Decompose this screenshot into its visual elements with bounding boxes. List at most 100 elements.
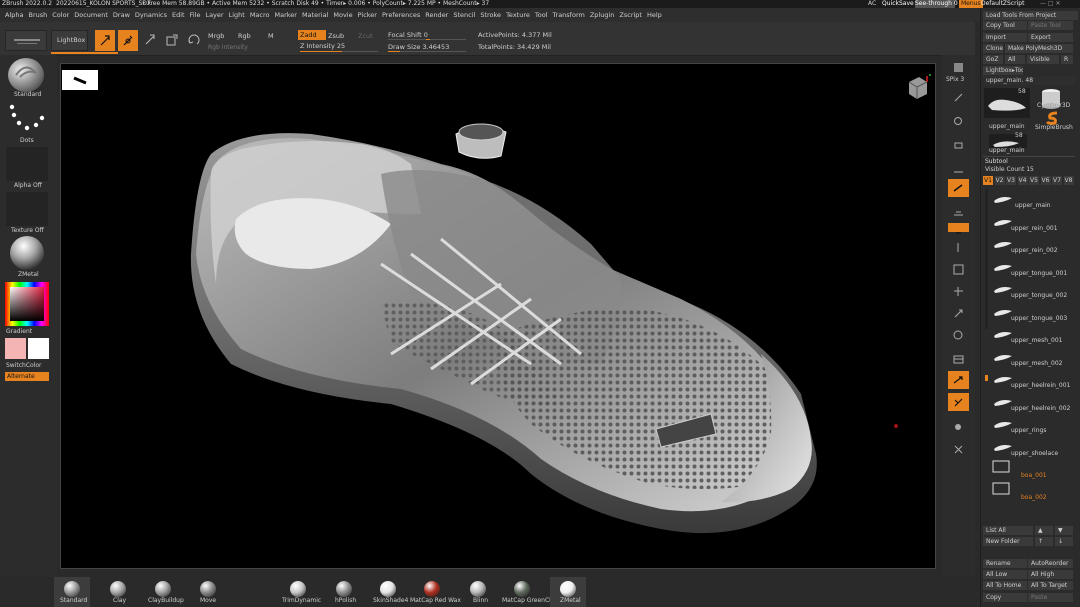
rotate-view-button[interactable] (952, 327, 965, 340)
stroke-selector[interactable] (6, 101, 46, 135)
local-button[interactable] (948, 223, 969, 234)
menu-help[interactable]: Help (647, 11, 662, 19)
scroll-button[interactable] (952, 89, 965, 102)
tool-thumbnail-upper-main-small[interactable]: 58 (989, 132, 1027, 148)
paste-tool-button[interactable]: Paste Tool (1028, 21, 1073, 30)
all-to-target-button[interactable]: All To Target (1028, 581, 1073, 590)
z-intensity-slider[interactable]: Z Intensity 25 (300, 42, 370, 50)
menu-document[interactable]: Document (74, 11, 108, 19)
import-button[interactable]: Import (983, 33, 1027, 42)
goz-all-button[interactable]: All (1005, 55, 1025, 64)
menu-stroke[interactable]: Stroke (480, 11, 501, 19)
actual-button[interactable] (952, 137, 965, 150)
draw-size-slider[interactable]: Draw Size 3.46453 (388, 43, 449, 51)
secondary-color-swatch[interactable] (28, 338, 49, 359)
solo-button[interactable] (952, 419, 965, 432)
tool-thumbnail-upper-main[interactable]: 58 (984, 88, 1030, 118)
menu-brush[interactable]: Brush (28, 11, 47, 19)
menu-marker[interactable]: Marker (274, 11, 296, 19)
ghost-button[interactable] (948, 393, 969, 411)
bpr-button[interactable] (952, 59, 965, 72)
rename-button[interactable]: Rename (983, 559, 1027, 568)
goz-r-button[interactable]: R (1061, 55, 1073, 64)
visible-count-label[interactable]: Visible Count 15 (985, 166, 1034, 173)
rgb-intensity-slider[interactable]: Rgb Intensity (208, 44, 248, 51)
canvas-viewport[interactable] (60, 63, 936, 569)
lightbox-button[interactable]: LightBox (51, 30, 88, 51)
goz-button[interactable]: GoZ (983, 55, 1003, 64)
arrow-up-button[interactable]: ↑ (1035, 537, 1053, 546)
material-selector[interactable] (6, 235, 48, 271)
m-button[interactable]: M (268, 32, 274, 40)
version-tab-v2[interactable]: V2 (994, 176, 1005, 185)
subtool-item[interactable]: upper_shoelace (991, 436, 1077, 458)
rotate-mode-button[interactable] (186, 32, 202, 48)
aahalf-button[interactable] (952, 161, 965, 174)
folder-boa-002[interactable] (991, 480, 1011, 496)
version-tab-v5[interactable]: V5 (1029, 176, 1039, 185)
subtool-header[interactable]: Subtool (985, 158, 1008, 165)
version-tab-v8[interactable]: V8 (1063, 176, 1074, 185)
autoreorder-button[interactable]: AutoReorder (1028, 559, 1073, 568)
menu-texture[interactable]: Texture (506, 11, 530, 19)
new-folder-button[interactable]: New Folder (983, 537, 1033, 546)
goz-visible-button[interactable]: Visible (1027, 55, 1059, 64)
menu-material[interactable]: Material (302, 11, 328, 19)
focal-shift-slider[interactable]: Focal Shift 0 (388, 31, 428, 39)
color-picker[interactable] (5, 282, 49, 326)
subtool-item[interactable]: upper_heelrein_002 (991, 391, 1077, 413)
subtool-item[interactable]: upper_tongue_003 (991, 301, 1077, 323)
brush-selector[interactable] (6, 57, 46, 93)
menu-render[interactable]: Render (425, 11, 448, 19)
switch-color-button[interactable]: SwitchColor (6, 362, 42, 369)
menu-edit[interactable]: Edit (172, 11, 185, 19)
shoe-model[interactable] (61, 64, 936, 569)
move-view-button[interactable] (952, 283, 965, 296)
menu-preferences[interactable]: Preferences (382, 11, 420, 19)
clone-button[interactable]: Clone (983, 44, 1003, 53)
subtool-item[interactable]: upper_heelrein_001 (991, 368, 1077, 390)
copy-button[interactable]: Copy (983, 593, 1027, 602)
subtool-item[interactable]: upper_rein_001 (991, 211, 1077, 233)
menu-zplugin[interactable]: Zplugin (590, 11, 615, 19)
persp-button[interactable] (948, 179, 969, 197)
spix-label[interactable]: SPix 3 (946, 76, 964, 83)
zcut-button[interactable]: Zcut (358, 32, 373, 40)
alternate-button[interactable]: Alternate (5, 372, 49, 381)
subtool-scrollbar[interactable] (985, 189, 988, 381)
current-tool-slider[interactable]: upper_main. 48 (983, 76, 1075, 85)
make-polymesh3d-button[interactable]: Make PolyMesh3D (1005, 44, 1073, 53)
edit-mode-button[interactable] (95, 30, 115, 51)
folder-label-boa-001[interactable]: boa_001 (1021, 472, 1047, 479)
subtool-item[interactable]: upper_tongue_002 (991, 278, 1077, 300)
scale-mode-button[interactable] (164, 32, 180, 48)
main-color-swatch[interactable] (5, 338, 26, 359)
menu-file[interactable]: File (190, 11, 201, 19)
zoom-button[interactable] (952, 113, 965, 126)
subtool-item[interactable]: upper_mesh_002 (991, 346, 1077, 368)
menu-macro[interactable]: Macro (250, 11, 270, 19)
export-button[interactable]: Export (1028, 33, 1073, 42)
alpha-selector[interactable] (6, 147, 48, 181)
quicksave-button[interactable]: QuickSave (882, 0, 914, 7)
load-tools-from-project-button[interactable]: Load Tools From Project (983, 11, 1078, 20)
transp-button[interactable] (948, 371, 969, 389)
paste-button[interactable]: Paste (1028, 593, 1073, 602)
projection-master-button[interactable] (5, 30, 47, 51)
move-down-button[interactable]: ▼ (1055, 526, 1073, 535)
menu-light[interactable]: Light (229, 11, 245, 19)
folder-label-boa-002[interactable]: boa_002 (1021, 494, 1047, 501)
arrow-down-button[interactable]: ↓ (1055, 537, 1073, 546)
folder-boa-001[interactable] (991, 458, 1011, 474)
menu-movie[interactable]: Movie (333, 11, 352, 19)
xpose-button[interactable] (952, 441, 965, 454)
sym-button[interactable] (952, 239, 965, 252)
floor-button[interactable] (952, 205, 965, 218)
all-high-button[interactable]: All High (1028, 570, 1073, 579)
navigation-cube[interactable] (903, 72, 931, 104)
menu-color[interactable]: Color (52, 11, 69, 19)
menu-transform[interactable]: Transform (553, 11, 585, 19)
menu-alpha[interactable]: Alpha (5, 11, 23, 19)
draw-mode-button[interactable] (118, 30, 138, 51)
zoom-view-button[interactable] (952, 305, 965, 318)
